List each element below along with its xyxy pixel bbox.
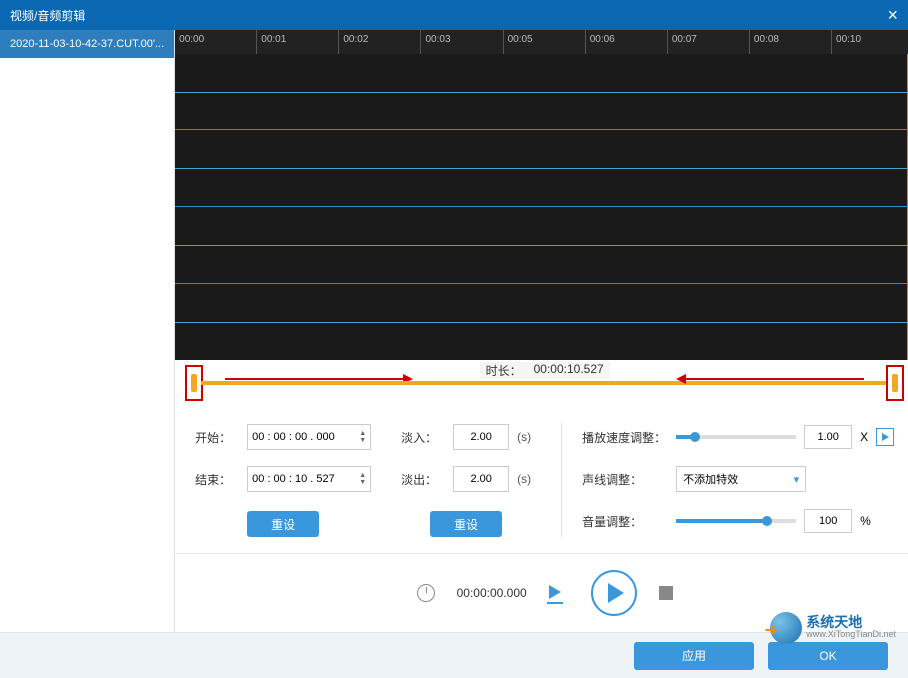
- spinner-icon[interactable]: ▲▼: [359, 472, 366, 486]
- time-column: 开始： 00 : 00 : 00 . 000 ▲▼ 结束： 00 : 00 : …: [195, 423, 371, 537]
- fade-column: 淡入： (s) 淡出： (s) 重设: [401, 423, 531, 537]
- play-button[interactable]: [591, 570, 637, 616]
- duration-display: 时长： 00:00:10.527: [480, 362, 610, 379]
- end-time-input[interactable]: 00 : 00 : 10 . 527 ▲▼: [247, 466, 371, 492]
- main-area: 2020-11-03-10-42-37.CUT.00'... 00:00 00:…: [0, 30, 908, 632]
- annotation-arrow-left: [225, 378, 405, 380]
- fadeout-input[interactable]: [453, 466, 509, 492]
- stop-button[interactable]: [659, 586, 673, 600]
- chevron-down-icon: ▾: [794, 473, 800, 486]
- file-item[interactable]: 2020-11-03-10-42-37.CUT.00'...: [0, 30, 174, 58]
- selection-end-handle[interactable]: [886, 365, 904, 401]
- ruler-tick: 00:10: [832, 30, 908, 54]
- spinner-icon[interactable]: ▲▼: [359, 430, 366, 444]
- reset-time-button[interactable]: 重设: [247, 511, 319, 537]
- watermark: 系统天地 www.XiTongTianDi.net: [770, 612, 896, 644]
- volume-value[interactable]: 100: [804, 509, 852, 533]
- wave-track: [175, 284, 908, 360]
- speed-value[interactable]: 1.00: [804, 425, 852, 449]
- speed-slider[interactable]: [676, 435, 796, 439]
- globe-icon: [770, 612, 802, 644]
- fadein-label: 淡入：: [401, 429, 445, 446]
- volume-pct: %: [860, 514, 871, 528]
- selection-track[interactable]: [201, 381, 888, 385]
- adjust-column: 播放速度调整： 1.00 X 声线调整： 不添加特效 ▾ 音量调整：: [561, 423, 894, 537]
- volume-label: 音量调整：: [582, 513, 668, 530]
- ruler-tick: 00:06: [586, 30, 668, 54]
- editor-panel: 00:00 00:01 00:02 00:03 00:05 00:06 00:0…: [175, 30, 908, 632]
- end-label: 结束：: [195, 471, 239, 488]
- ruler-tick: 00:02: [339, 30, 421, 54]
- clock-icon: [417, 584, 435, 602]
- ruler-tick: 00:07: [668, 30, 750, 54]
- volume-slider[interactable]: [676, 519, 796, 523]
- close-icon[interactable]: ×: [887, 5, 898, 26]
- start-time-input[interactable]: 00 : 00 : 00 . 000 ▲▼: [247, 424, 371, 450]
- selection-row: 时长： 00:00:10.527: [175, 360, 908, 407]
- speed-label: 播放速度调整：: [582, 429, 668, 446]
- ruler-tick: 00:00: [175, 30, 257, 54]
- set-marker-button[interactable]: [549, 585, 569, 601]
- ok-button[interactable]: OK: [768, 642, 888, 670]
- controls-grid: 开始： 00 : 00 : 00 . 000 ▲▼ 结束： 00 : 00 : …: [175, 407, 908, 545]
- speed-x: X: [860, 430, 868, 444]
- waveform-area[interactable]: [175, 54, 908, 360]
- window-title: 视频/音频剪辑: [10, 7, 85, 24]
- reset-fade-button[interactable]: 重设: [430, 511, 502, 537]
- time-ruler[interactable]: 00:00 00:01 00:02 00:03 00:05 00:06 00:0…: [175, 30, 908, 54]
- wave-track: [175, 54, 908, 131]
- voice-dropdown[interactable]: 不添加特效 ▾: [676, 466, 806, 492]
- fadeout-label: 淡出：: [401, 471, 445, 488]
- fade-unit: (s): [517, 472, 531, 486]
- ruler-tick: 00:01: [257, 30, 339, 54]
- annotation-arrow-right: [684, 378, 864, 380]
- ruler-tick: 00:05: [504, 30, 586, 54]
- fade-unit: (s): [517, 430, 531, 444]
- wave-track: [175, 207, 908, 284]
- voice-label: 声线调整：: [582, 471, 668, 488]
- ruler-tick: 00:03: [421, 30, 503, 54]
- preview-speed-icon[interactable]: [876, 428, 894, 446]
- start-label: 开始：: [195, 429, 239, 446]
- playback-time: 00:00:00.000: [457, 586, 527, 600]
- ruler-tick: 00:08: [750, 30, 832, 54]
- apply-button[interactable]: 应用: [634, 642, 754, 670]
- wave-track: [175, 130, 908, 207]
- file-sidebar: 2020-11-03-10-42-37.CUT.00'...: [0, 30, 175, 632]
- title-bar: 视频/音频剪辑 ×: [0, 0, 908, 30]
- fadein-input[interactable]: [453, 424, 509, 450]
